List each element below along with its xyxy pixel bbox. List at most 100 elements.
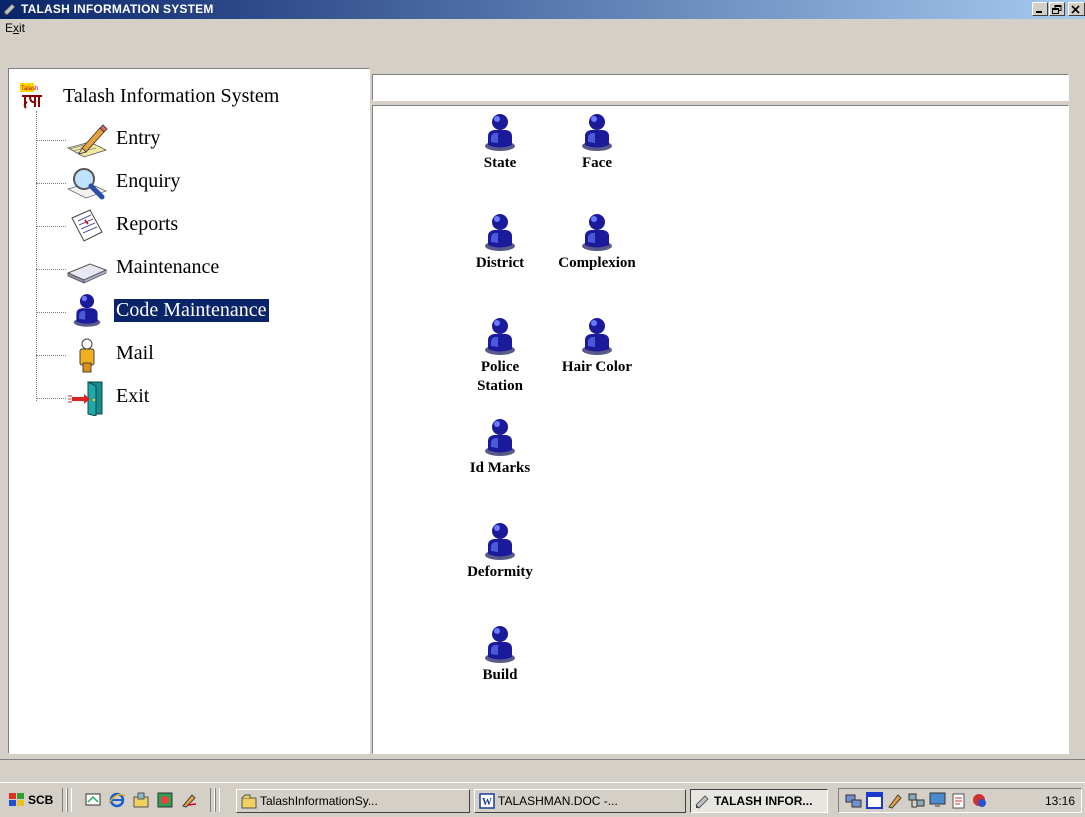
tree-item-exit[interactable]: Exit xyxy=(36,379,366,417)
minimize-icon xyxy=(1036,11,1042,13)
status-bar xyxy=(0,759,1085,780)
code-list-view: State Face District Complexion Police St… xyxy=(372,105,1069,754)
user-figure-icon xyxy=(73,294,101,327)
folder-icon xyxy=(241,794,257,809)
taskbar: SCB TalashInformationSy... W TALASHMAN.D… xyxy=(0,782,1085,817)
app-icon xyxy=(695,795,709,809)
restore-button[interactable] xyxy=(1049,2,1065,16)
code-item-label: Police Station xyxy=(477,359,523,394)
tree-branch xyxy=(36,269,66,270)
code-item-label: Build xyxy=(482,667,518,683)
taskbar-separator xyxy=(67,788,72,812)
title-bar[interactable]: TALASH INFORMATION SYSTEM xyxy=(0,0,1085,19)
code-item-face[interactable]: Face xyxy=(542,112,652,173)
taskbar-item-label: TALASHMAN.DOC -... xyxy=(498,794,618,808)
explorer-icon[interactable] xyxy=(132,791,150,809)
tree-item-label: Maintenance xyxy=(116,256,220,278)
user-figure-icon xyxy=(580,112,614,152)
app-icon xyxy=(3,3,16,16)
word-document-icon: W xyxy=(479,793,495,809)
user-figure-icon xyxy=(580,316,614,356)
tree-item-label: Enquiry xyxy=(116,170,181,192)
antivirus-icon[interactable] xyxy=(971,792,988,809)
tree-branch xyxy=(36,355,66,356)
tree-item-code-maintenance[interactable]: Code Maintenance xyxy=(36,293,366,331)
pencil-pad-icon xyxy=(66,124,108,158)
user-figure-icon xyxy=(580,212,614,252)
tree-item-label: Exit xyxy=(116,385,150,407)
tool-icon[interactable] xyxy=(180,791,198,809)
code-item-label: Face xyxy=(582,155,612,171)
window-tray-icon[interactable] xyxy=(866,792,883,809)
taskbar-item-word-doc[interactable]: W TALASHMAN.DOC -... xyxy=(474,789,686,813)
code-item-complexion[interactable]: Complexion xyxy=(542,212,652,273)
tree-branch xyxy=(36,226,66,227)
clock: 13:16 xyxy=(1044,794,1075,808)
tree-item-maintenance[interactable]: Maintenance xyxy=(36,250,366,288)
tree-branch xyxy=(36,312,66,313)
network-icon[interactable] xyxy=(845,792,862,809)
path-field[interactable] xyxy=(372,74,1069,101)
show-desktop-icon[interactable] xyxy=(84,791,102,809)
tree-item-label: Entry xyxy=(116,127,161,149)
tree-item-label: Mail xyxy=(116,342,154,364)
svg-text:Talash: Talash xyxy=(21,86,38,92)
code-item-label: District xyxy=(475,255,525,271)
report-document-icon xyxy=(71,209,103,242)
start-label: SCB xyxy=(28,793,54,807)
taskbar-item-talash-app[interactable]: TALASH INFOR... xyxy=(690,789,828,813)
taskbar-item-label: TalashInformationSy... xyxy=(260,794,378,808)
clipboard-icon[interactable] xyxy=(950,792,967,809)
media-icon[interactable] xyxy=(156,791,174,809)
close-icon xyxy=(1071,5,1080,14)
close-button[interactable] xyxy=(1068,2,1085,16)
tree-branch xyxy=(36,398,66,399)
talash-logo-icon: Talash xyxy=(20,83,42,109)
mailbox-icon xyxy=(79,338,95,373)
code-item-deformity[interactable]: Deformity xyxy=(445,521,555,582)
magnifier-icon xyxy=(66,168,108,200)
tool-tray-icon[interactable] xyxy=(887,792,904,809)
code-item-police-station[interactable]: Police Station xyxy=(445,316,555,396)
menu-exit[interactable]: Exit xyxy=(5,21,25,35)
tree-item-enquiry[interactable]: Enquiry xyxy=(36,164,366,202)
code-item-district[interactable]: District xyxy=(445,212,555,273)
tray-icon xyxy=(66,263,108,284)
user-figure-icon xyxy=(483,417,517,457)
internet-explorer-icon[interactable] xyxy=(108,791,126,809)
taskbar-item-label: TALASH INFOR... xyxy=(714,794,813,808)
tree-item-label: Reports xyxy=(116,213,179,235)
exit-door-icon xyxy=(68,381,103,416)
code-item-label: Complexion xyxy=(558,255,636,271)
tree-root-label: Talash Information System xyxy=(63,85,280,107)
system-tray: 13:16 xyxy=(838,788,1082,813)
code-item-state[interactable]: State xyxy=(445,112,555,173)
taskbar-separator xyxy=(215,788,220,812)
user-figure-icon xyxy=(483,521,517,561)
menu-exit-mnemonic-label: Exit xyxy=(5,21,26,35)
user-figure-icon xyxy=(483,316,517,356)
code-item-label: State xyxy=(483,155,517,171)
taskbar-item-talash-folder[interactable]: TalashInformationSy... xyxy=(236,789,470,813)
start-logo-icon xyxy=(9,793,24,806)
tree-item-reports[interactable]: Reports xyxy=(36,207,366,245)
user-figure-icon xyxy=(483,112,517,152)
user-figure-icon xyxy=(483,624,517,664)
minimize-button[interactable] xyxy=(1032,2,1048,16)
code-item-label: Hair Color xyxy=(561,359,633,375)
code-item-build[interactable]: Build xyxy=(445,624,555,685)
monitor-icon[interactable] xyxy=(929,792,946,809)
code-item-hair-color[interactable]: Hair Color xyxy=(542,316,652,377)
network-computers-icon[interactable] xyxy=(908,792,925,809)
code-item-label: Id Marks xyxy=(469,460,531,476)
window-title: TALASH INFORMATION SYSTEM xyxy=(21,2,214,16)
tree-item-entry[interactable]: Entry xyxy=(36,121,366,159)
code-item-id-marks[interactable]: Id Marks xyxy=(445,417,555,478)
tree-item-mail[interactable]: Mail xyxy=(36,336,366,374)
code-item-label: Deformity xyxy=(467,564,533,580)
navigation-tree: Talash Talash Information System Entry E… xyxy=(8,68,370,754)
tree-item-label: Code Maintenance xyxy=(113,298,270,323)
user-figure-icon xyxy=(483,212,517,252)
tree-branch xyxy=(36,140,66,141)
svg-text:W: W xyxy=(482,797,492,808)
